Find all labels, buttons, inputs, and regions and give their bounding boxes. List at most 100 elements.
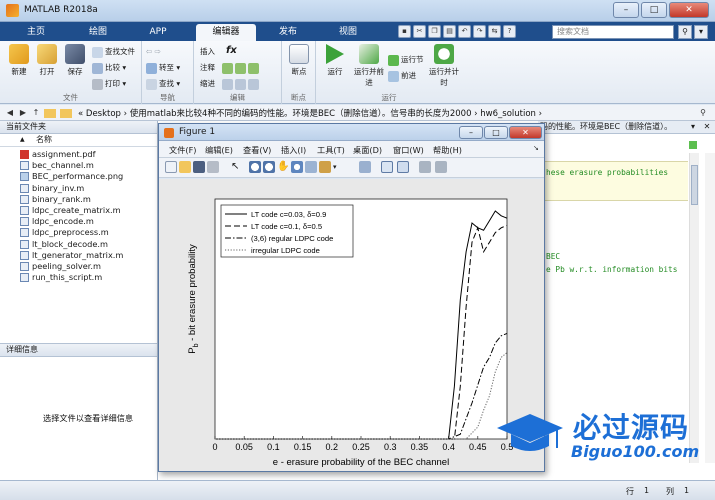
tab-publish[interactable]: 发布: [258, 24, 318, 41]
run-time-button[interactable]: 运行并计时: [428, 44, 460, 88]
list-item[interactable]: assignment.pdf: [18, 149, 157, 160]
menu-desktop[interactable]: 桌面(D): [353, 144, 382, 156]
current-path[interactable]: « Desktop › 使用matlab来比较4种不同的编码的性能。环境是BEC…: [78, 107, 542, 119]
list-item[interactable]: BEC_performance.png: [18, 171, 157, 182]
search-input[interactable]: 搜索文档: [552, 25, 674, 39]
figure-title-bar: Figure 1 – □ ✕: [159, 124, 544, 141]
insert-button[interactable]: 插入: [200, 45, 215, 58]
list-item[interactable]: ldpc_preprocess.m: [18, 227, 157, 238]
save-button[interactable]: 保存: [60, 44, 90, 77]
menu-dock-icon[interactable]: ↘: [533, 144, 539, 152]
comment-button[interactable]: 注释: [200, 61, 215, 74]
fx-button[interactable]: fx: [226, 44, 237, 57]
filter-icon[interactable]: ▾: [694, 25, 708, 39]
list-item[interactable]: run_this_script.m: [18, 272, 157, 283]
editor-dropdown-icon[interactable]: ▾: [688, 122, 698, 132]
switch-window-quick-icon[interactable]: ⇆: [488, 25, 501, 38]
run-advance-button[interactable]: 运行并前进: [352, 44, 386, 88]
figure-minimize-button[interactable]: –: [459, 126, 483, 139]
search-icon[interactable]: ⚲: [678, 25, 692, 39]
name-column-header[interactable]: ▲ 名称: [0, 134, 157, 147]
menu-edit[interactable]: 编辑(E): [205, 144, 233, 156]
run-button[interactable]: 运行: [320, 44, 350, 77]
figure-maximize-button[interactable]: □: [484, 126, 508, 139]
goto-button[interactable]: 转至 ▾: [146, 61, 180, 74]
data-cursor-icon[interactable]: [305, 161, 317, 173]
forward-icon[interactable]: ▶: [17, 107, 29, 119]
brush-dropdown-icon[interactable]: ▾: [333, 161, 345, 173]
find-files-button[interactable]: 查找文件: [92, 45, 135, 58]
hide-plot-tools-icon[interactable]: [419, 161, 431, 173]
indent-button[interactable]: 缩进: [200, 77, 215, 90]
code-line[interactable]: e Pb w.r.t. information bits: [546, 265, 677, 274]
menu-insert[interactable]: 插入(I): [281, 144, 306, 156]
legend-icon[interactable]: [397, 161, 409, 173]
help-quick-icon[interactable]: ?: [503, 25, 516, 38]
copy-quick-icon[interactable]: ❐: [428, 25, 441, 38]
zoom-in-icon[interactable]: [249, 161, 261, 173]
m-file-icon: [20, 194, 29, 204]
link-plot-icon[interactable]: [359, 161, 371, 173]
show-plot-tools-icon[interactable]: [435, 161, 447, 173]
find-button[interactable]: 查找 ▾: [146, 77, 180, 90]
rotate-3d-icon[interactable]: [291, 161, 303, 173]
tab-home[interactable]: 主页: [6, 24, 66, 41]
tab-editor[interactable]: 编辑器: [196, 24, 256, 41]
list-item[interactable]: binary_inv.m: [18, 183, 157, 194]
run-section-button[interactable]: 运行节: [388, 53, 424, 66]
print-figure-icon[interactable]: [207, 161, 219, 173]
folder-icon[interactable]: [44, 109, 56, 118]
m-file-icon: [20, 261, 29, 271]
menu-tools[interactable]: 工具(T): [317, 144, 345, 156]
search-path-icon[interactable]: ⚲: [697, 107, 709, 119]
list-item[interactable]: lt_block_decode.m: [18, 239, 157, 250]
indent-toggle-icon[interactable]: [222, 77, 261, 90]
menu-window[interactable]: 窗口(W): [393, 144, 424, 156]
colorbar-icon[interactable]: [381, 161, 393, 173]
advance-button[interactable]: 前进: [388, 69, 416, 82]
pointer-icon[interactable]: ↖: [231, 161, 243, 173]
editor-close-icon[interactable]: ✕: [702, 122, 712, 132]
open-file-icon[interactable]: [179, 161, 191, 173]
menu-view[interactable]: 查看(V): [243, 144, 271, 156]
code-line[interactable]: hese erasure probabilities: [546, 168, 668, 177]
new-figure-icon[interactable]: [165, 161, 177, 173]
redo-quick-icon[interactable]: ↷: [473, 25, 486, 38]
maximize-button[interactable]: □: [641, 2, 667, 18]
figure-close-button[interactable]: ✕: [509, 126, 542, 139]
tab-plots[interactable]: 绘图: [68, 24, 128, 41]
list-item[interactable]: peeling_solver.m: [18, 261, 157, 272]
menu-help[interactable]: 帮助(H): [433, 144, 462, 156]
code-line[interactable]: BEC: [546, 252, 560, 261]
save-quick-icon[interactable]: ▪: [398, 25, 411, 38]
list-item[interactable]: bec_channel.m: [18, 160, 157, 171]
workspace-scrollbar[interactable]: [705, 153, 715, 463]
ribbon-group-file: 新建 打开 保存 查找文件 比较 ▾ 打印 ▾ 文件: [0, 41, 142, 104]
pan-icon[interactable]: ✋: [277, 161, 289, 173]
print-button[interactable]: 打印 ▾: [92, 77, 126, 90]
compare-button[interactable]: 比较 ▾: [92, 61, 126, 74]
tab-apps[interactable]: APP: [128, 24, 188, 41]
menu-file[interactable]: 文件(F): [169, 144, 196, 156]
save-figure-icon[interactable]: [193, 161, 205, 173]
zoom-out-icon[interactable]: [263, 161, 275, 173]
browse-folder-icon[interactable]: [60, 109, 72, 118]
close-button[interactable]: ✕: [669, 2, 709, 18]
minimize-button[interactable]: –: [613, 2, 639, 18]
list-item[interactable]: binary_rank.m: [18, 194, 157, 205]
paste-quick-icon[interactable]: ▤: [443, 25, 456, 38]
open-button[interactable]: 打开: [32, 44, 62, 77]
new-button[interactable]: 新建: [4, 44, 34, 77]
breakpoints-button[interactable]: 断点: [284, 44, 314, 77]
back-icon[interactable]: ◀: [4, 107, 16, 119]
brush-icon[interactable]: [319, 161, 331, 173]
list-item[interactable]: lt_generator_matrix.m: [18, 250, 157, 261]
up-folder-icon[interactable]: ↑: [30, 107, 42, 119]
list-item[interactable]: ldpc_create_matrix.m: [18, 205, 157, 216]
comment-toggle-icon[interactable]: [222, 61, 261, 74]
cut-quick-icon[interactable]: ✂: [413, 25, 426, 38]
undo-quick-icon[interactable]: ↶: [458, 25, 471, 38]
tab-view[interactable]: 视图: [318, 24, 378, 41]
scrollbar-thumb[interactable]: [691, 165, 698, 205]
list-item[interactable]: ldpc_encode.m: [18, 216, 157, 227]
